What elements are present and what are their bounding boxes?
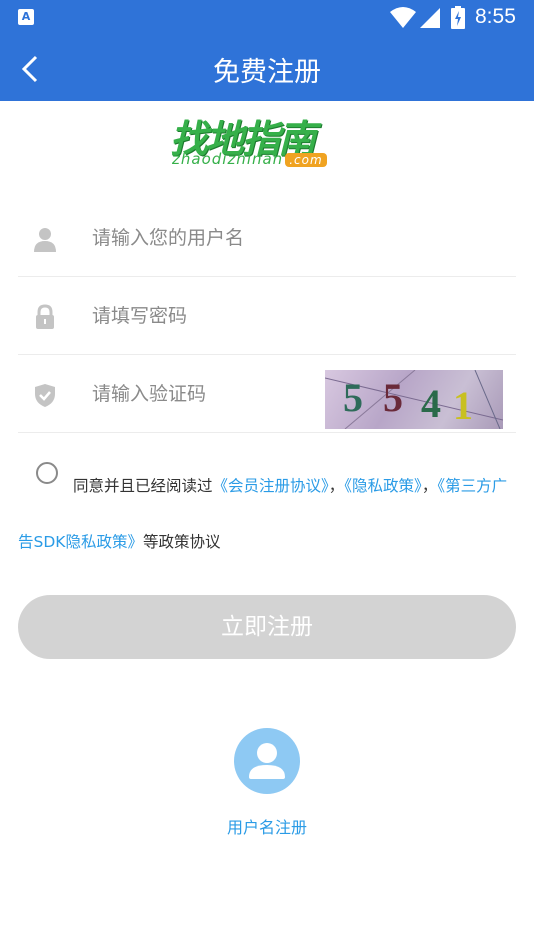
agreement-prefix: 同意并且已经阅读过 [73, 477, 213, 495]
user-icon [34, 228, 56, 252]
username-register-button[interactable] [234, 728, 300, 794]
username-row [18, 200, 516, 277]
captcha-digit: 1 [453, 383, 473, 428]
logo-domain-text: zhaodizhinan [172, 150, 284, 168]
clock: 8:55 [475, 5, 516, 28]
status-bar: A 8:55 [0, 0, 534, 36]
agreement-separator: ， [328, 477, 345, 495]
agreement-separator: ， [421, 477, 438, 495]
register-button[interactable]: 立即注册 [18, 595, 516, 659]
password-row [18, 278, 516, 355]
agreement-suffix: 等政策协议 [142, 533, 221, 551]
logo-sub-text: zhaodizhinan .com [172, 150, 327, 168]
app-logo: 找地指南 zhaodizhinan .com [170, 108, 366, 170]
shield-icon [35, 384, 55, 407]
title-bar: 免费注册 [0, 36, 534, 101]
username-register-label[interactable]: 用户名注册 [0, 814, 534, 838]
signal-icon [420, 8, 440, 28]
captcha-input[interactable] [92, 376, 312, 412]
notification-icon: A [18, 9, 34, 25]
logo-com-badge: .com [285, 153, 327, 167]
lock-icon [36, 304, 54, 329]
member-agreement-link[interactable]: 《会员注册协议》 [213, 477, 329, 495]
agreement-text: 同意并且已经阅读过《会员注册协议》，《隐私政策》，《第三方广告SDK隐私政策》等… [18, 458, 518, 570]
page-title: 免费注册 [213, 57, 321, 88]
wifi-icon [390, 7, 416, 28]
captcha-digit: 5 [383, 375, 403, 420]
captcha-digit: 5 [343, 375, 363, 420]
username-input[interactable] [92, 220, 392, 256]
user-icon [249, 743, 285, 779]
battery-icon [451, 6, 465, 29]
captcha-digit: 4 [421, 381, 441, 426]
captcha-image[interactable]: 5 5 4 1 [325, 370, 503, 429]
privacy-policy-link[interactable]: 《隐私政策》 [344, 477, 422, 495]
password-input[interactable] [92, 298, 392, 334]
